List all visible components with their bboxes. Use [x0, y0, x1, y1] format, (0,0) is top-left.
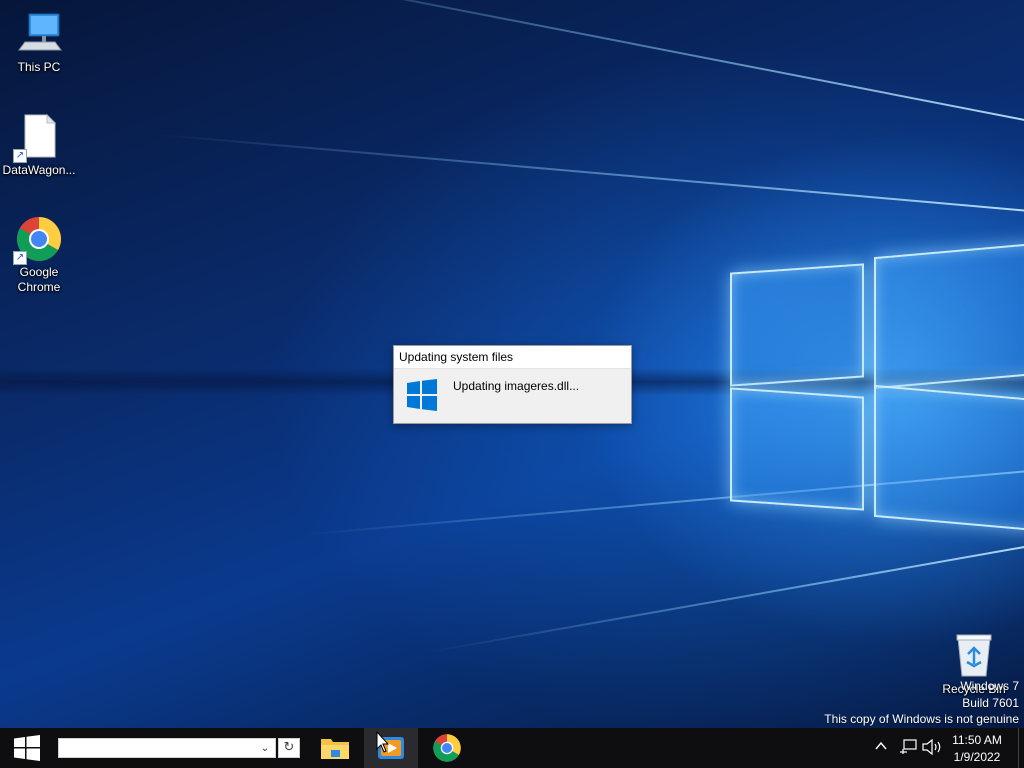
recycle-bin-icon: [950, 632, 998, 680]
windows-watermark: Windows 7 Build 7601 This copy of Window…: [824, 678, 1019, 728]
wallpaper-logo-pane: [730, 263, 864, 387]
chevron-down-icon[interactable]: ⌄: [258, 742, 272, 755]
label-line: Chrome: [17, 280, 61, 294]
show-desktop-button[interactable]: [1018, 728, 1024, 768]
dialog-body: Updating imageres.dll...: [394, 369, 631, 423]
shortcut-arrow-icon: ↗: [13, 149, 27, 163]
desktop-icon-label: DataWagon...: [2, 163, 76, 177]
windows-logo-icon: [407, 379, 437, 411]
desktop-icon-label: This PC: [17, 60, 61, 74]
dialog-message: Updating imageres.dll...: [453, 379, 580, 393]
folder-icon: [321, 739, 349, 759]
chrome-icon: ↗: [13, 215, 63, 265]
tray-chevron-up-icon[interactable]: [874, 739, 888, 757]
wallpaper-beam: [429, 545, 1024, 653]
taskbar-chrome[interactable]: [422, 728, 472, 768]
network-icon[interactable]: [899, 739, 917, 759]
wallpaper-beam: [153, 133, 1024, 212]
taskbar-clock[interactable]: 11:50 AM 1/9/2022: [942, 732, 1012, 766]
start-windows-icon: [14, 735, 40, 761]
clock-time: 11:50 AM: [952, 733, 1002, 747]
dialog-title: Updating system files: [394, 346, 631, 369]
wallpaper-logo-pane: [874, 242, 1024, 390]
taskbar-search-input[interactable]: [58, 738, 276, 758]
desktop-icon-label: Google Chrome: [1, 265, 77, 295]
desktop-icon-this-pc[interactable]: This PC: [1, 10, 77, 75]
label-line: Google: [19, 265, 59, 279]
watermark-line: Build 7601: [962, 695, 1019, 710]
watermark-line: Windows 7: [960, 679, 1019, 693]
update-dialog[interactable]: Updating system files Updating imageres.…: [393, 345, 632, 424]
desktop-icon-google-chrome[interactable]: ↗ Google Chrome: [1, 215, 77, 295]
wallpaper-logo-pane: [874, 384, 1024, 532]
shortcut-arrow-icon: ↗: [13, 251, 27, 265]
refresh-icon[interactable]: ↻: [278, 738, 300, 758]
clock-date: 1/9/2022: [953, 750, 1001, 764]
taskbar-file-explorer[interactable]: [310, 728, 360, 768]
wallpaper-logo-pane: [730, 387, 864, 511]
watermark-line: This copy of Windows is not genuine: [824, 712, 1019, 726]
file-icon: ↗: [13, 113, 63, 163]
chrome-icon: [433, 734, 461, 762]
mouse-cursor-icon: [376, 731, 390, 753]
taskbar-media-app[interactable]: [364, 728, 418, 768]
desktop-icon-datawagon[interactable]: ↗ DataWagon...: [1, 113, 77, 178]
this-pc-icon: [15, 10, 63, 58]
volume-icon[interactable]: [922, 738, 942, 759]
wallpaper-beam: [215, 0, 1024, 122]
start-button[interactable]: [0, 728, 54, 768]
